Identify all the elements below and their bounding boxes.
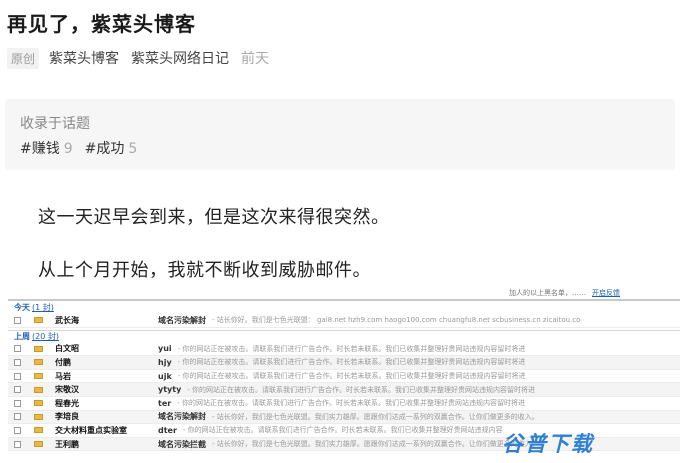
envelope-icon [34, 345, 43, 352]
topic-box: 收录于话题 #赚钱 9 #成功 5 [5, 99, 675, 170]
mail-subject: ter [158, 398, 172, 408]
mail-sender: 李培良 [55, 412, 79, 422]
mail-preview: - 你的网站正在被攻击。请联系我们进行广告合作。时长若未联系。我们已收集并整理好… [177, 344, 526, 353]
mail-checkbox[interactable] [14, 440, 21, 448]
mail-checkbox[interactable] [14, 399, 21, 407]
mail-sender: 宋敬汉 [55, 385, 79, 395]
mail-group-header: 今天 (1 封) [8, 301, 680, 314]
envelope-icon [34, 400, 43, 407]
mail-group-count[interactable]: (20 封) [32, 331, 59, 342]
mail-subject: ytyty [158, 385, 182, 395]
mail-checkbox[interactable] [14, 372, 21, 380]
mail-sender: 马岩 [55, 371, 71, 381]
mail-preview: - 你的网站正在被攻击。请联系我们进行广告合作。时长若未联系。我们已收集并整理好… [177, 399, 525, 408]
envelope-icon [34, 427, 43, 434]
topic-tag[interactable]: #赚钱 9 [20, 138, 73, 158]
mail-preview: - 你的网站正在被攻击。请联系我们进行广告合作。时长若未联系。我们已收集并整理好… [187, 385, 536, 394]
mail-sender: 付鹏 [55, 357, 71, 367]
mail-top-action[interactable]: 开启反馈 [592, 288, 620, 298]
envelope-icon [34, 317, 43, 324]
mail-checkbox[interactable] [14, 345, 21, 353]
topic-tags: #赚钱 9 #成功 5 [20, 138, 149, 158]
mail-subject: 域名污染解封 [158, 412, 206, 422]
mail-checkbox[interactable] [14, 316, 21, 324]
publish-time: 前天 [241, 51, 270, 67]
mail-top-notice: 加人的以上黑名单，…… [509, 288, 586, 297]
envelope-icon [34, 359, 43, 366]
author-link[interactable]: 紫菜头博客 [49, 48, 119, 68]
mail-group-label: 今天 [14, 303, 30, 312]
topic-tag[interactable]: #成功 5 [85, 138, 138, 158]
site-watermark: 谷普下载 [502, 428, 594, 458]
mail-row[interactable]: 武长海 域名污染解封 - 站长你好。我们是七色光联盟： gai8.net hzh… [8, 314, 680, 328]
mail-sender: 武长海 [55, 315, 79, 325]
topic-tag-name: #成功 [84, 141, 125, 157]
article-title: 再见了，紫菜头博客 [7, 12, 196, 36]
envelope-icon [34, 413, 43, 420]
envelope-icon [34, 386, 43, 393]
article-paragraph: 从上个月开始，我就不断收到威胁邮件。 [38, 260, 371, 281]
mail-subject: 域名污染解封 [158, 315, 206, 325]
topic-tag-count: 5 [128, 141, 138, 157]
original-badge: 原创 [7, 47, 40, 69]
mail-sender: 王利鹏 [55, 439, 79, 449]
mail-preview: - 站长你好，我们是七色光联盟。我们实力雄厚。愿跟你们达成一系列的双赢合作。让你… [212, 412, 539, 421]
mail-subject: hjy [158, 357, 172, 367]
mail-checkbox[interactable] [14, 413, 21, 421]
mail-subject: yui [158, 344, 172, 354]
mail-topline: 加人的以上黑名单，…… 开启反馈 [8, 286, 680, 301]
mail-row[interactable]: 马岩 ujk - 你的网站正在被攻击。请联系我们进行广告合作。时长若未联系。我们… [8, 370, 680, 384]
mail-row[interactable]: 付鹏 hjy - 你的网站正在被攻击。请联系我们进行广告合作。时长若未联系。我们… [8, 356, 680, 370]
mail-sender: 程春光 [55, 398, 79, 408]
article-meta: 原创 紫菜头博客 紫菜头网络日记 前天 [7, 47, 270, 69]
envelope-icon [34, 441, 43, 448]
mail-row[interactable]: 李培良 域名污染解封 - 站长你好，我们是七色光联盟。我们实力雄厚。愿跟你们达成… [8, 410, 680, 425]
mail-sender: 交大材料重点实验室 [55, 425, 127, 435]
topic-tag-count: 9 [63, 141, 73, 157]
mail-checkbox[interactable] [14, 386, 21, 394]
mail-group-label: 上周 [14, 332, 30, 342]
mail-subject: ujk [158, 371, 172, 381]
mail-row[interactable]: 白文昭 yui - 你的网站正在被攻击。请联系我们进行广告合作。时长若未联系。我… [8, 343, 680, 357]
mail-row[interactable]: 程春光 ter - 你的网站正在被攻击。请联系我们进行广告合作。时长若未联系。我… [8, 397, 680, 411]
topic-tag-name: #赚钱 [20, 141, 60, 157]
mail-subject: dter [158, 425, 177, 435]
mail-row[interactable]: 宋敬汉 ytyty - 你的网站正在被攻击。请联系我们进行广告合作。时长若未联系… [8, 383, 680, 397]
mail-subject: 域名污染拦截 [158, 439, 206, 449]
envelope-icon [34, 373, 43, 380]
article-paragraph: 这一天迟早会到来，但是这次来得很突然。 [38, 207, 390, 228]
watermark-text: 谷普下载 [502, 432, 594, 456]
mail-checkbox[interactable] [14, 426, 21, 434]
mail-preview: - 站长你好。我们是七色光联盟： gai8.net hzh9.com haogo… [212, 316, 581, 325]
mail-checkbox[interactable] [14, 358, 21, 366]
mail-preview: - 你的网站正在被攻击。请联系我们进行广告合作。时长若未联系。我们已收集并整理好… [182, 426, 503, 435]
column-link[interactable]: 紫菜头网络日记 [131, 48, 229, 68]
mail-sender: 白文昭 [55, 344, 79, 354]
mail-preview: - 你的网站正在被攻击。请联系我们进行广告合作。时长若未联系。我们已收集并整理好… [177, 358, 526, 367]
topic-label: 收录于话题 [20, 116, 90, 132]
mail-group-header: 上周 (20 封) [8, 329, 680, 343]
mail-group-count[interactable]: (1 封) [32, 302, 54, 313]
mail-preview: - 站长你好，我们是七色光联盟。我们实力雄厚。愿跟你们达成一系列的双赢合作。让你… [212, 440, 539, 449]
mail-preview: - 你的网站正在被攻击。请联系我们进行广告合作。时长若未联系。我们已收集并整理好… [177, 372, 526, 381]
